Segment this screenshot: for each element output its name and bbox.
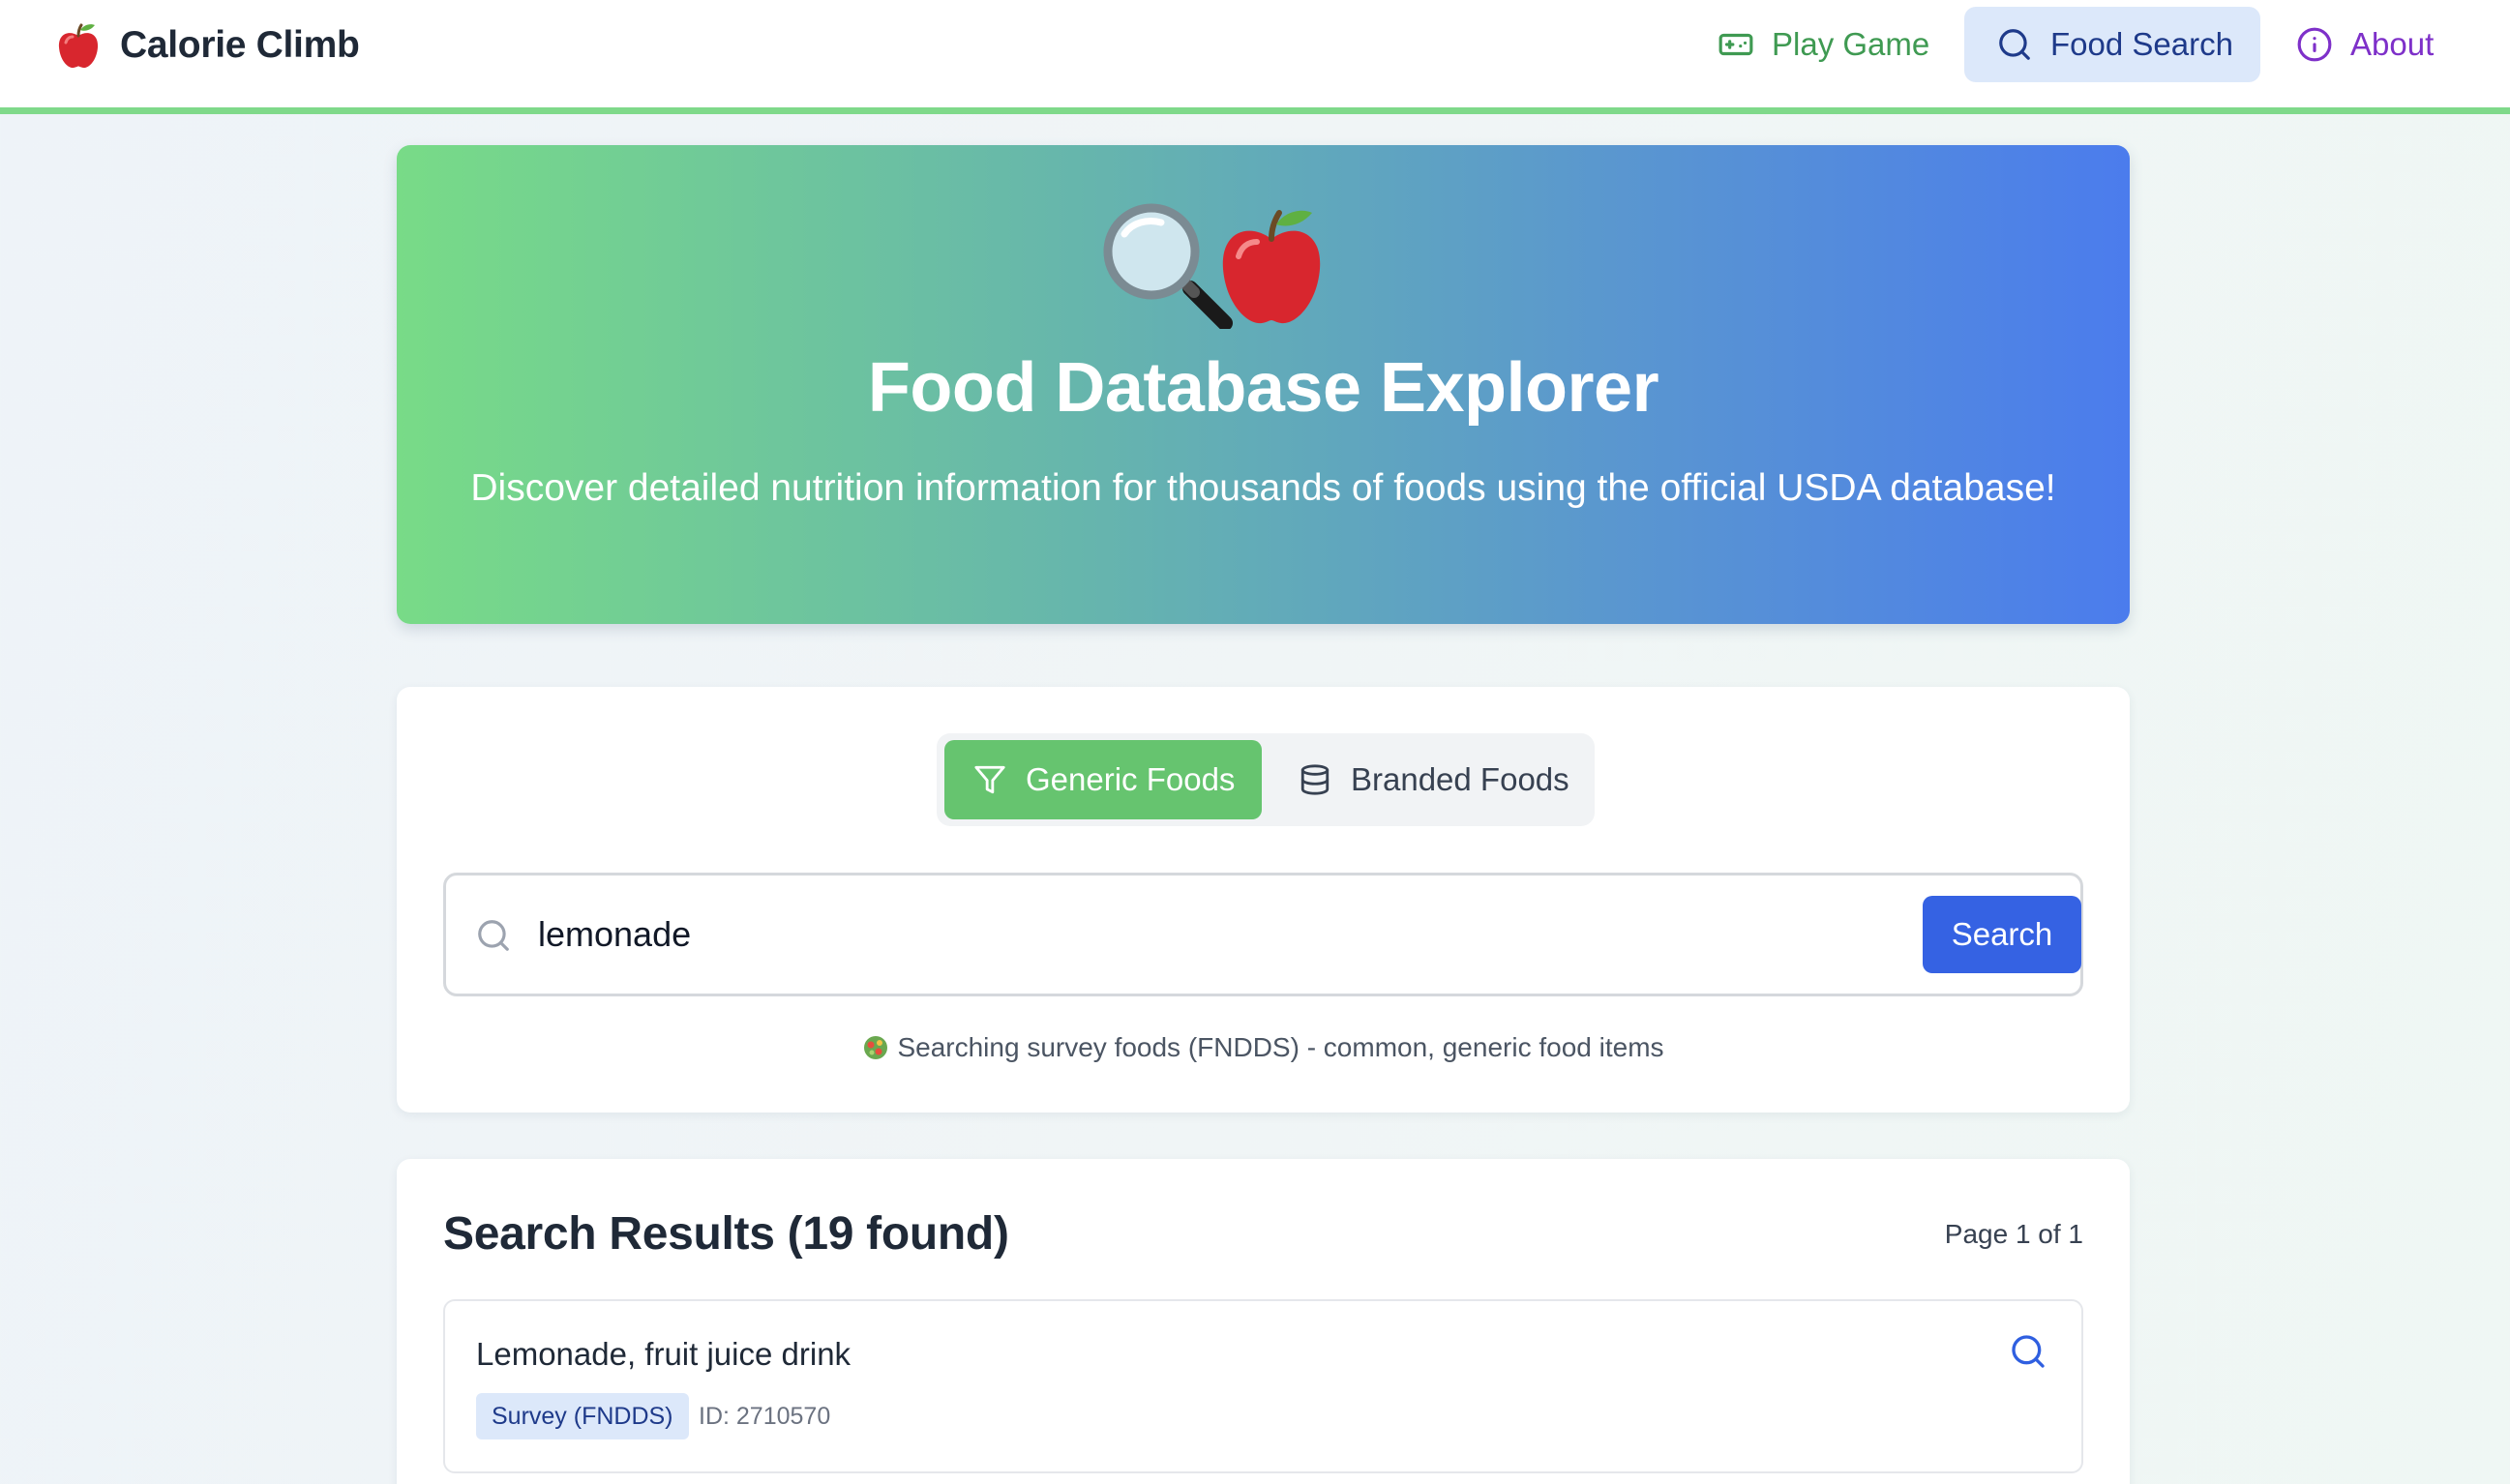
salad-icon bbox=[864, 1036, 888, 1059]
database-icon bbox=[1300, 764, 1330, 795]
nav-play-game-label: Play Game bbox=[1772, 26, 1930, 62]
top-navbar: Calorie Climb Play Game Food Search Abou… bbox=[0, 0, 2510, 114]
search-icon bbox=[478, 920, 509, 951]
apple-icon bbox=[1222, 210, 1321, 324]
brand-name: Calorie Climb bbox=[120, 24, 360, 66]
magnifying-glass-icon bbox=[1103, 203, 1233, 329]
results-title: Search Results (19 found) bbox=[443, 1208, 1009, 1260]
search-card: Generic Foods Branded Foods Search Searc… bbox=[397, 687, 2130, 1113]
brand[interactable]: Calorie Climb bbox=[56, 21, 360, 70]
generic-foods-label: Generic Foods bbox=[1026, 761, 1236, 797]
nav-play-game[interactable]: Play Game bbox=[1718, 7, 1955, 82]
hero-subtitle: Discover detailed nutrition information … bbox=[470, 467, 2056, 509]
result-source-badge: Survey (FNDDS) bbox=[476, 1393, 689, 1439]
page-indicator: Page 1 of 1 bbox=[1944, 1219, 2083, 1249]
apple-icon bbox=[58, 23, 99, 69]
nav-food-search[interactable]: Food Search bbox=[1964, 7, 2260, 82]
food-type-toggle: Generic Foods Branded Foods bbox=[937, 733, 1595, 826]
result-item[interactable]: Lemonade, fruit juice drink Survey (FNDD… bbox=[443, 1299, 2083, 1473]
search-hint-text: Searching survey foods (FNDDS) - common,… bbox=[897, 1032, 1664, 1062]
search-input[interactable] bbox=[538, 903, 1864, 966]
result-id: ID: 2710570 bbox=[699, 1403, 831, 1430]
nav-about[interactable]: About bbox=[2296, 7, 2461, 82]
hero-icons bbox=[1103, 203, 1321, 329]
hero-banner: Food Database Explorer Discover detailed… bbox=[397, 145, 2130, 624]
result-name: Lemonade, fruit juice drink bbox=[476, 1336, 852, 1372]
search-hint: Searching survey foods (FNDDS) - common,… bbox=[397, 1027, 2130, 1068]
branded-foods-label: Branded Foods bbox=[1351, 761, 1569, 797]
page-title: Food Database Explorer bbox=[867, 349, 1659, 427]
gamepad-icon bbox=[1718, 33, 1753, 56]
branded-foods-tab[interactable]: Branded Foods bbox=[1273, 740, 1583, 819]
info-icon bbox=[2297, 27, 2332, 62]
search-icon bbox=[1999, 29, 2030, 60]
nav-food-search-label: Food Search bbox=[2050, 26, 2233, 62]
generic-foods-tab[interactable]: Generic Foods bbox=[944, 740, 1262, 819]
filter-icon bbox=[974, 765, 1005, 794]
nav-about-label: About bbox=[2350, 26, 2435, 62]
search-icon[interactable] bbox=[2009, 1332, 2047, 1371]
search-box: Search bbox=[443, 873, 2083, 996]
results-card: Search Results (19 found) Page 1 of 1 Le… bbox=[397, 1159, 2130, 1484]
search-button[interactable]: Search bbox=[1923, 896, 2081, 973]
